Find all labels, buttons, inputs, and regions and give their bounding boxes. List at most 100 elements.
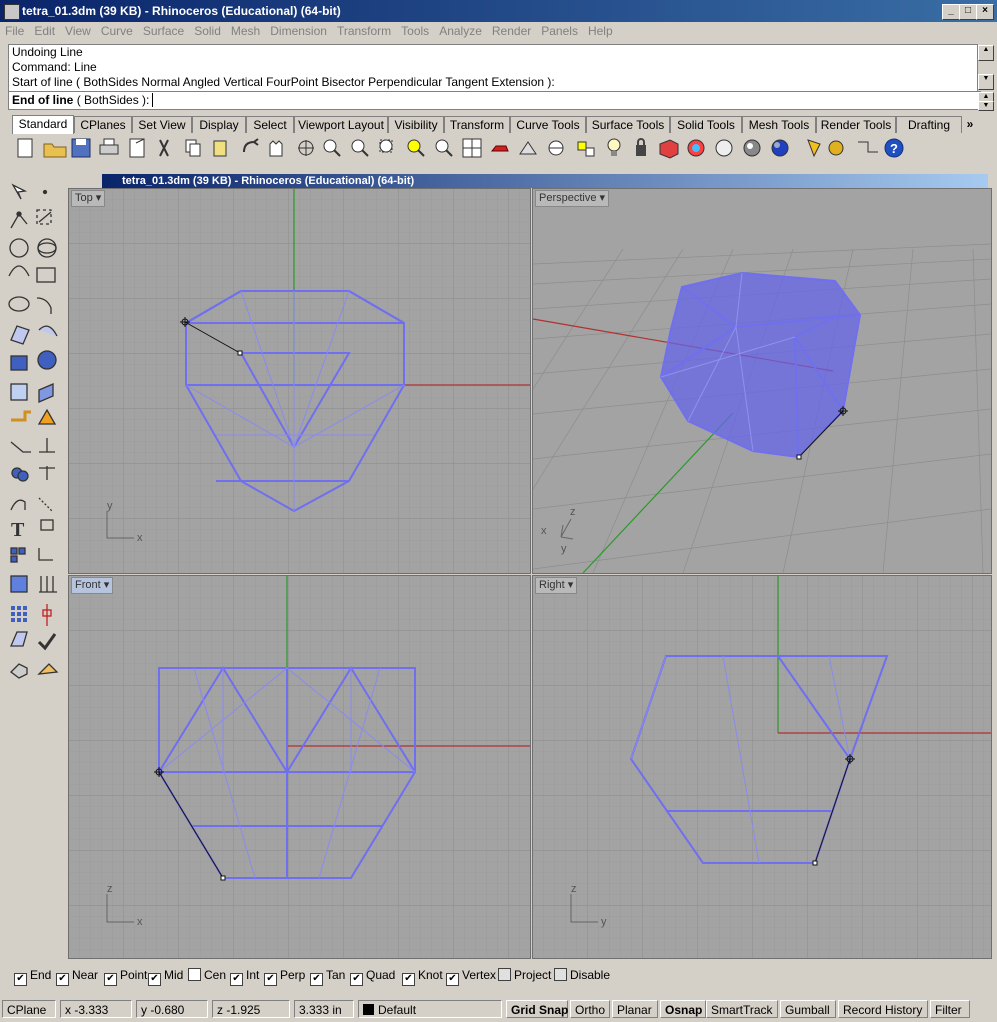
undo-view-icon[interactable] — [436, 137, 458, 159]
tab-render-tools[interactable]: Render Tools — [816, 116, 896, 133]
menu-curve[interactable]: Curve — [96, 22, 138, 40]
color-wheel-icon[interactable] — [686, 137, 708, 159]
menu-transform[interactable]: Transform — [332, 22, 396, 40]
circle-icon[interactable] — [7, 236, 31, 260]
rendered-sphere-icon[interactable] — [770, 137, 792, 159]
open-folder-icon[interactable] — [42, 137, 64, 159]
checkbox[interactable] — [188, 968, 201, 981]
title-bar[interactable]: tetra_01.3dm (39 KB) - Rhinoceros (Educa… — [0, 0, 997, 22]
menu-view[interactable]: View — [60, 22, 96, 40]
command-input[interactable]: End of line ( BothSides ): — [8, 91, 981, 110]
zoom-icon[interactable] — [324, 137, 346, 159]
tab-transform[interactable]: Transform — [444, 116, 510, 133]
mesh-plane-icon[interactable] — [35, 376, 59, 400]
check-icon[interactable] — [35, 628, 59, 652]
dimension-icon[interactable] — [854, 137, 876, 159]
tab-visibility[interactable]: Visibility — [388, 116, 444, 133]
record-history-toggle[interactable]: Record History — [838, 1000, 928, 1018]
hatch-icon[interactable] — [35, 572, 59, 596]
close-button[interactable]: × — [976, 4, 994, 20]
checkbox[interactable] — [264, 973, 277, 986]
cmd-spin-down[interactable]: ▼ — [978, 101, 994, 111]
command-history[interactable]: Undoing Line Command: Line Start of line… — [8, 44, 978, 92]
export-icon[interactable] — [128, 137, 150, 159]
cut-icon[interactable] — [156, 137, 178, 159]
maximize-button[interactable]: □ — [959, 4, 977, 20]
fillet-icon[interactable] — [7, 488, 31, 512]
grid-array-icon[interactable] — [7, 600, 31, 624]
tab-cplanes[interactable]: CPlanes — [74, 116, 132, 133]
section-icon[interactable] — [35, 600, 59, 624]
menu-help[interactable]: Help — [583, 22, 618, 40]
ortho-toggle[interactable]: Ortho — [570, 1000, 610, 1018]
render-object-icon[interactable] — [35, 656, 59, 680]
filter-toggle[interactable]: Filter — [930, 1000, 970, 1018]
tab-set-view[interactable]: Set View — [132, 116, 192, 133]
copy-icon[interactable] — [184, 137, 206, 159]
scale-icon[interactable] — [35, 516, 59, 540]
render-icon[interactable] — [798, 137, 820, 159]
tab-standard[interactable]: Standard — [12, 115, 74, 134]
history-scroll-up[interactable]: ▲ — [978, 45, 994, 61]
menu-dimension[interactable]: Dimension — [265, 22, 332, 40]
osnap-cen[interactable]: Cen — [188, 968, 226, 982]
menu-panels[interactable]: Panels — [536, 22, 583, 40]
gumball-toggle[interactable]: Gumball — [780, 1000, 836, 1018]
osnap-int[interactable]: Int — [230, 968, 259, 986]
osnap-tan[interactable]: Tan — [310, 968, 345, 986]
extrude-surface-icon[interactable] — [35, 320, 59, 344]
trim-icon[interactable] — [7, 432, 31, 456]
move-icon[interactable] — [35, 460, 59, 484]
array-icon[interactable] — [7, 544, 31, 568]
select-points-icon[interactable] — [574, 137, 596, 159]
print-icon[interactable] — [98, 137, 120, 159]
four-viewports-icon[interactable] — [462, 137, 484, 159]
menu-mesh[interactable]: Mesh — [226, 22, 265, 40]
zoom-selected-icon[interactable] — [408, 137, 430, 159]
polygon-icon[interactable] — [7, 292, 31, 316]
mesh-object-icon[interactable] — [7, 656, 31, 680]
command-options[interactable]: ( BothSides ): — [77, 93, 150, 107]
tab-viewport-layout[interactable]: Viewport Layout — [294, 116, 388, 133]
checkbox[interactable] — [56, 973, 69, 986]
zoom-window-icon[interactable] — [380, 137, 402, 159]
menu-edit[interactable]: Edit — [29, 22, 60, 40]
menu-tools[interactable]: Tools — [396, 22, 434, 40]
car-icon[interactable] — [490, 137, 512, 159]
status-layer[interactable]: Default — [358, 1000, 502, 1018]
fillet-curve-icon[interactable] — [35, 292, 59, 316]
menu-solid[interactable]: Solid — [189, 22, 226, 40]
viewport-label-perspective[interactable]: Perspective ▾ — [535, 190, 610, 207]
tab-surface-tools[interactable]: Surface Tools — [586, 116, 670, 133]
save-icon[interactable] — [70, 137, 92, 159]
checkbox[interactable] — [230, 973, 243, 986]
lock-icon[interactable] — [632, 137, 654, 159]
checkbox[interactable] — [498, 968, 511, 981]
ellipse-icon[interactable] — [35, 236, 59, 260]
layer-icon[interactable] — [660, 137, 682, 159]
viewport-right[interactable]: z y Right ▾ — [532, 575, 992, 959]
osnap-near[interactable]: Near — [56, 968, 98, 986]
point-icon[interactable] — [35, 180, 59, 204]
app-icon[interactable] — [4, 4, 20, 20]
checkbox[interactable] — [104, 973, 117, 986]
pan-hand-icon[interactable] — [268, 137, 290, 159]
checkbox[interactable] — [402, 973, 415, 986]
osnap-quad[interactable]: Quad — [350, 968, 395, 986]
zoom-extents-icon[interactable] — [352, 137, 374, 159]
status-cplane[interactable]: CPlane — [2, 1000, 56, 1018]
rotate-view-icon[interactable] — [296, 137, 318, 159]
osnap-toggle[interactable]: Osnap — [660, 1000, 706, 1018]
shaded-sphere-icon[interactable] — [742, 137, 764, 159]
osnap-end[interactable]: End — [14, 968, 51, 986]
select-arrow-icon[interactable] — [7, 180, 31, 204]
tab-solid-tools[interactable]: Solid Tools — [670, 116, 742, 133]
options-gear-icon[interactable] — [826, 137, 848, 159]
osnap-vertex[interactable]: Vertex — [446, 968, 496, 986]
menu-analyze[interactable]: Analyze — [434, 22, 487, 40]
osnap-point[interactable]: Point — [104, 968, 147, 986]
osnap-mid[interactable]: Mid — [148, 968, 183, 986]
box-solid-icon[interactable] — [7, 348, 31, 372]
paste-icon[interactable] — [212, 137, 234, 159]
tab-drafting[interactable]: Drafting — [896, 116, 962, 133]
